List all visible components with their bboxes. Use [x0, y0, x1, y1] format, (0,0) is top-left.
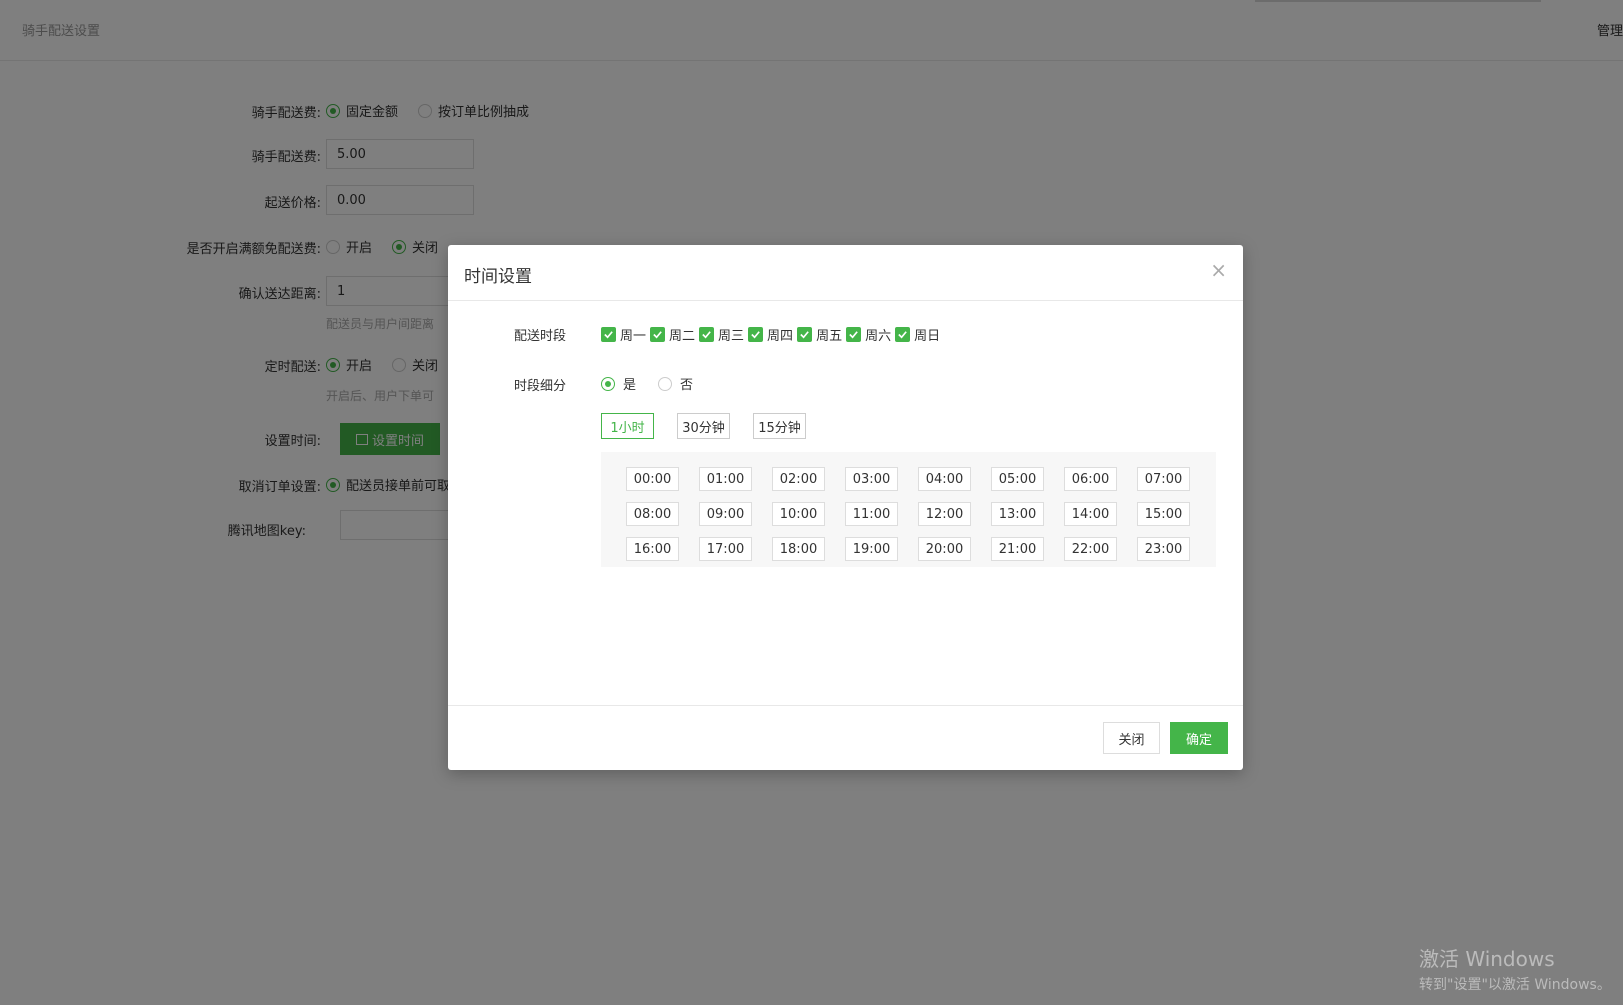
- time-slot[interactable]: 20:00: [918, 537, 971, 561]
- checkbox-checked-icon: [601, 327, 616, 342]
- time-slot[interactable]: 02:00: [772, 467, 825, 491]
- split-label: 时段细分: [514, 379, 567, 394]
- day-label: 周日: [914, 329, 941, 344]
- modal-footer-divider: [448, 705, 1243, 706]
- time-slot[interactable]: 07:00: [1137, 467, 1190, 491]
- day-label: 周一: [620, 329, 647, 344]
- days-label: 配送时段: [514, 329, 567, 344]
- watermark-line1: 激活 Windows: [1419, 947, 1555, 971]
- time-slot[interactable]: 12:00: [918, 502, 971, 526]
- day-label: 周五: [816, 329, 843, 344]
- day-checkbox-thu[interactable]: 周四: [748, 325, 793, 344]
- day-checkbox-tue[interactable]: 周二: [650, 325, 695, 344]
- time-slot-grid: 00:00 01:00 02:00 03:00 04:00 05:00 06:0…: [601, 452, 1216, 567]
- time-slot[interactable]: 23:00: [1137, 537, 1190, 561]
- time-slot[interactable]: 09:00: [699, 502, 752, 526]
- close-icon[interactable]: ×: [1210, 258, 1227, 282]
- watermark-line2: 转到"设置"以激活 Windows。: [1419, 977, 1611, 993]
- modal-header: 时间设置 ×: [448, 245, 1243, 301]
- interval-15m-button[interactable]: 15分钟: [753, 413, 806, 439]
- time-slot[interactable]: 19:00: [845, 537, 898, 561]
- interval-1h-button[interactable]: 1小时: [601, 413, 654, 439]
- split-yes-radio[interactable]: [601, 376, 615, 391]
- day-checkbox-wed[interactable]: 周三: [699, 325, 744, 344]
- time-slot[interactable]: 17:00: [699, 537, 752, 561]
- time-slot[interactable]: 01:00: [699, 467, 752, 491]
- checkbox-checked-icon: [895, 327, 911, 342]
- day-label: 周四: [767, 329, 794, 344]
- time-slot[interactable]: 21:00: [991, 537, 1044, 561]
- split-yes-label: 是: [623, 378, 637, 393]
- day-checkbox-sat[interactable]: 周六: [846, 325, 891, 344]
- modal-title: 时间设置: [464, 267, 532, 287]
- checkbox-checked-icon: [650, 327, 666, 342]
- checkbox-checked-icon: [699, 327, 715, 342]
- day-label: 周六: [865, 329, 892, 344]
- split-radio-group: 是 否: [601, 374, 693, 393]
- time-slot[interactable]: 13:00: [991, 502, 1044, 526]
- time-slot[interactable]: 05:00: [991, 467, 1044, 491]
- time-slot[interactable]: 16:00: [626, 537, 679, 561]
- time-slot[interactable]: 10:00: [772, 502, 825, 526]
- day-label: 周二: [669, 329, 696, 344]
- checkbox-checked-icon: [748, 327, 764, 342]
- days-checkbox-group: 周一 周二 周三 周四 周五 周六 周日: [601, 325, 944, 344]
- time-slot[interactable]: 06:00: [1064, 467, 1117, 491]
- checkbox-checked-icon: [797, 327, 813, 342]
- split-no-radio[interactable]: [658, 376, 673, 391]
- checkbox-checked-icon: [846, 327, 862, 342]
- time-settings-modal: 时间设置 × 配送时段 周一 周二 周三 周四 周五 周六 周日 时段细分 是 …: [448, 245, 1243, 770]
- close-button[interactable]: 关闭: [1103, 722, 1160, 754]
- interval-30m-button[interactable]: 30分钟: [677, 413, 730, 439]
- split-no-label: 否: [680, 378, 694, 393]
- time-slot[interactable]: 18:00: [772, 537, 825, 561]
- time-slot[interactable]: 08:00: [626, 502, 679, 526]
- time-slot[interactable]: 11:00: [845, 502, 898, 526]
- day-checkbox-sun[interactable]: 周日: [895, 325, 940, 344]
- time-slot[interactable]: 15:00: [1137, 502, 1190, 526]
- windows-watermark: 激活 Windows 转到"设置"以激活 Windows。: [1419, 943, 1611, 994]
- day-checkbox-fri[interactable]: 周五: [797, 325, 842, 344]
- day-label: 周三: [718, 329, 745, 344]
- time-slot[interactable]: 00:00: [626, 467, 679, 491]
- time-slot[interactable]: 14:00: [1064, 502, 1117, 526]
- day-checkbox-mon[interactable]: 周一: [601, 325, 646, 344]
- time-slot[interactable]: 04:00: [918, 467, 971, 491]
- time-slot[interactable]: 03:00: [845, 467, 898, 491]
- time-slot[interactable]: 22:00: [1064, 537, 1117, 561]
- confirm-button[interactable]: 确定: [1170, 722, 1228, 754]
